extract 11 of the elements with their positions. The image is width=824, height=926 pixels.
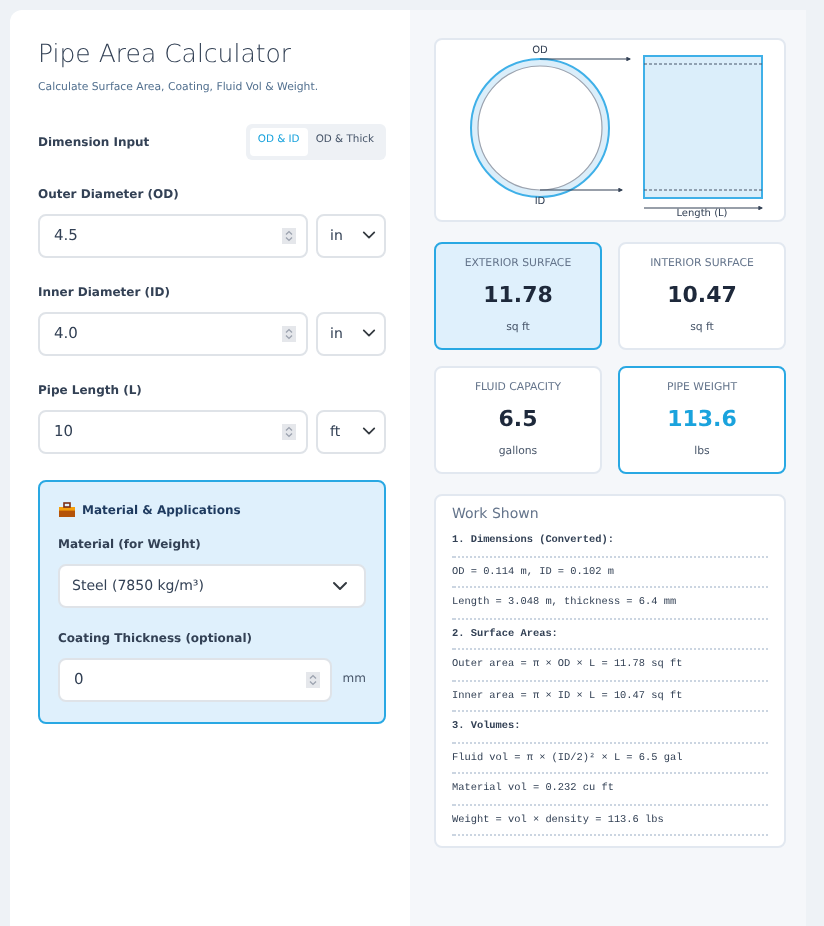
- pipe-side-view-drawing: [643, 55, 763, 199]
- toolbox-icon: [58, 502, 76, 519]
- dimension-arrow: [539, 56, 632, 62]
- length-arrow: [643, 205, 764, 211]
- result-value: 6.5: [498, 404, 538, 437]
- dimension-arrow: [539, 187, 624, 193]
- pipe-cross-section-drawing: [470, 58, 610, 198]
- result-value: 10.47: [667, 280, 737, 313]
- page-title: Pipe Area Calculator: [38, 38, 294, 68]
- result-value: 113.6: [667, 404, 737, 437]
- result-value: 11.78: [483, 280, 553, 313]
